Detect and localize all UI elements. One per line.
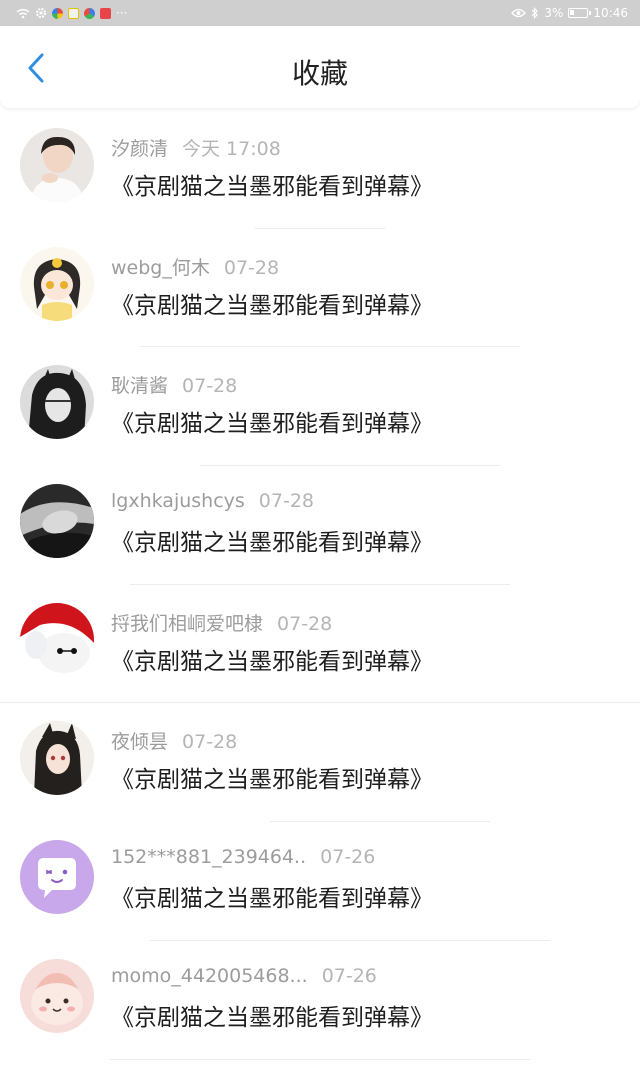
favorites-list: 汐颜清 今天 17:08 《京剧猫之当墨邪能看到弹幕》 webg_何木 07-28 … [0,110,640,1060]
battery-icon [568,8,592,18]
avatar[interactable] [20,128,94,202]
user-name[interactable]: 耿清酱 [111,375,168,397]
app-notification-icon [68,7,79,19]
item-time: 07-26 [321,964,377,987]
item-time: 今天 17:08 [182,138,281,160]
app-notification-icon [100,7,111,19]
item-header: lgxhkajushcys 07-28 [111,490,314,512]
item-header: 耿清酱 07-28 [111,371,237,398]
item-content[interactable]: 《京剧猫之当墨邪能看到弹幕》 [111,404,433,438]
status-icons-left: ··· [16,6,127,20]
app-notification-icon [52,7,63,19]
item-content[interactable]: 《京剧猫之当墨邪能看到弹幕》 [111,760,433,794]
avatar[interactable] [20,365,94,440]
clock-time: 10:46 [593,6,628,20]
item-header: 夜倾昙 07-28 [111,727,237,754]
user-name[interactable]: momo_442005468... [111,965,308,987]
item-time: 07-28 [258,490,315,513]
item-header: 152***881_239464.. 07-26 [111,846,375,868]
item-content[interactable]: 《京剧猫之当墨邪能看到弹幕》 [111,879,433,913]
user-name[interactable]: 152***881_239464.. [111,846,306,868]
top-app-bar: 收藏 [0,26,640,108]
user-name[interactable]: lgxhkajushcys [111,490,245,512]
more-notifications: ··· [116,6,128,20]
item-header: 捋我们相峒爱吧棣 07-28 [111,609,332,636]
avatar[interactable] [20,246,94,321]
item-content[interactable]: 《京剧猫之当墨邪能看到弹幕》 [111,167,433,201]
item-header: 汐颜清 今天 17:08 [111,134,281,161]
avatar[interactable] [20,602,94,677]
wifi-icon [16,8,30,18]
item-content[interactable]: 《京剧猫之当墨邪能看到弹幕》 [111,998,433,1032]
list-item[interactable]: 捋我们相峒爱吧棣 07-28 《京剧猫之当墨邪能看到弹幕》 [0,585,640,704]
app-notification-icon [84,7,95,19]
battery-percent: 3% [544,6,564,20]
item-header: momo_442005468... 07-26 [111,965,377,987]
item-time: 07-28 [182,731,238,754]
avatar[interactable] [20,721,94,796]
user-name[interactable]: 夜倾昙 [111,731,168,753]
settings-gear-icon [36,8,46,18]
list-item[interactable]: 夜倾昙 07-28 《京剧猫之当墨邪能看到弹幕》 [0,703,640,823]
item-content[interactable]: 《京剧猫之当墨邪能看到弹幕》 [111,523,433,557]
avatar[interactable] [20,958,94,1033]
eye-icon [511,8,527,18]
user-name[interactable]: webg_何木 [111,257,210,279]
user-name[interactable]: 汐颜清 [111,138,168,160]
item-time: 07-28 [277,612,333,635]
list-item[interactable]: 152***881_239464.. 07-26 《京剧猫之当墨邪能看到弹幕》 [0,822,640,941]
avatar[interactable] [20,484,94,559]
list-item[interactable]: 汐颜清 今天 17:08 《京剧猫之当墨邪能看到弹幕》 [0,110,640,229]
list-item[interactable]: 耿清酱 07-28 《京剧猫之当墨邪能看到弹幕》 [0,347,640,467]
page-title: 收藏 [291,57,348,90]
item-time: 07-28 [223,256,280,279]
user-name[interactable]: 捋我们相峒爱吧棣 [111,613,263,635]
list-item[interactable]: webg_何木 07-28 《京剧猫之当墨邪能看到弹幕》 [0,229,640,348]
list-item[interactable]: momo_442005468... 07-26 《京剧猫之当墨邪能看到弹幕》 [0,941,640,1060]
list-item[interactable]: lgxhkajushcys 07-28 《京剧猫之当墨邪能看到弹幕》 [0,466,640,585]
item-header: webg_何木 07-28 [111,253,279,280]
bluetooth-icon [531,7,539,19]
item-content[interactable]: 《京剧猫之当墨邪能看到弹幕》 [111,642,433,676]
item-content[interactable]: 《京剧猫之当墨邪能看到弹幕》 [111,286,433,320]
divider [110,1058,530,1060]
item-time: 07-26 [320,846,376,869]
avatar[interactable] [20,840,94,915]
status-bar: ··· 3% 10:46 [0,0,640,26]
item-time: 07-28 [182,375,238,398]
status-icons-right: 3% 10:46 [511,6,628,20]
